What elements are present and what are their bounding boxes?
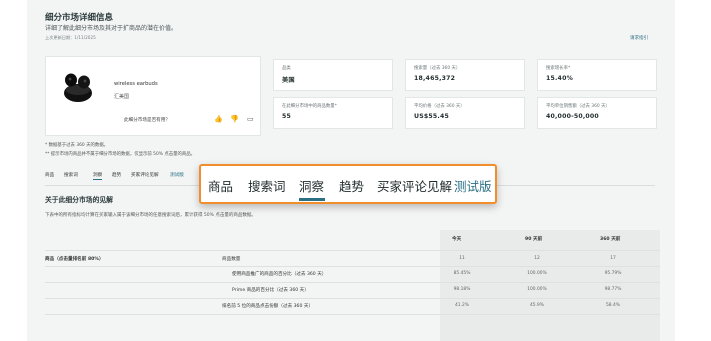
stat-label: 搜索增长率* — [546, 66, 571, 71]
stat-card-average-price: 平均价格（过去 360 天） US$55.45 — [405, 97, 525, 129]
tab-search-terms[interactable]: 搜索词 — [64, 172, 78, 178]
beta-badge: 测试版 — [170, 173, 184, 178]
table-cell: 98.18% — [453, 287, 471, 292]
useful-question: 此细分市场是否有用？ — [124, 118, 170, 123]
table-row-label: 商品数量 — [222, 257, 241, 262]
stat-card-category: 品类 美国 — [273, 59, 393, 91]
stat-label: 在此细分市场中的商品数量* — [282, 104, 337, 109]
product-card: wireless earbuds 汇美国 此细分市场是否有用？ 👍 👎 ▭ — [45, 56, 261, 136]
tab-insights-zoomed[interactable]: 洞察 — [299, 176, 324, 195]
footnote: * 数据基于过去 360 天的数据。 — [45, 143, 109, 148]
stat-card-unit-sales: 平均单位销售额（过去 360 天） 40,000-50,000 — [537, 97, 657, 129]
stat-label: 平均单位销售额（过去 360 天） — [546, 104, 610, 109]
table-cell: 95.79% — [604, 271, 622, 276]
column-header-today: 今天 — [452, 237, 462, 242]
stat-value: US$55.45 — [414, 113, 449, 120]
column-header-90-days: 90 天前 — [525, 237, 543, 242]
table-cell: 11 — [459, 256, 465, 261]
table-cell: 100.00% — [527, 287, 547, 292]
stat-value: 15.40% — [546, 75, 573, 82]
tab-trends[interactable]: 趋势 — [112, 172, 121, 178]
stat-card-product-count: 在此细分市场中的商品数量* 55 — [273, 97, 393, 129]
table-divider — [45, 314, 660, 315]
last-updated: 上次更新日期：1/11/2025 — [45, 35, 96, 40]
footnote: ** 提示市场内商品并不属于细分市场的数据，仅显示前 50% 点击量的商品。 — [45, 152, 196, 157]
table-cell: 85.45% — [453, 271, 471, 276]
stat-card-search-growth: 搜索增长率* 15.40% — [537, 59, 657, 91]
stat-label: 搜索量（过去 360 天） — [414, 66, 461, 71]
page-subtitle: 详细了解此细分市场及其对于扩商品的潜在价值。 — [45, 25, 178, 32]
tab-trends-zoomed[interactable]: 趋势 — [339, 176, 364, 195]
beta-badge-zoomed: 测试版 — [454, 179, 492, 194]
table-cell: 41.2% — [455, 303, 469, 308]
stat-card-search-volume: 搜索量（过去 360 天） 18,465,372 — [405, 59, 525, 91]
stat-value: 40,000-50,000 — [546, 113, 599, 120]
table-row-label: 使用商品推广的商品的百分比（过去 360 天） — [232, 272, 327, 277]
stat-value: 美国 — [282, 77, 295, 84]
insights-title: 关于此细分市场的见解 — [45, 196, 113, 204]
tab-review-insights-zoomed[interactable]: 买家评论见解 — [377, 176, 452, 195]
table-cell: 17 — [610, 256, 616, 261]
insights-description: 下表中的所有指标均计算在买家输入属于该细分市场的任意搜索词后，累计获得 50% … — [45, 213, 256, 218]
table-divider — [45, 282, 660, 283]
table-divider — [45, 250, 660, 251]
table-cell: 45.9% — [530, 303, 544, 308]
table-cell: 12 — [534, 256, 540, 261]
active-tab-underline — [299, 198, 325, 201]
table-values-area — [440, 230, 660, 341]
page-title: 细分市场详细信息 — [45, 13, 114, 23]
table-row-label: 商品（点击量排名前 80%） — [45, 257, 104, 262]
product-name: wireless earbuds — [114, 81, 158, 87]
table-row-label: 排名前 5 位的商品点击份额（过去 360 天） — [222, 304, 314, 309]
thumbs-up-icon[interactable]: 👍 — [214, 115, 223, 123]
stat-label: 品类 — [282, 66, 291, 71]
stat-label: 平均价格（过去 360 天） — [414, 104, 465, 109]
tab-products[interactable]: 商品 — [45, 172, 54, 178]
comment-icon[interactable]: ▭ — [247, 115, 254, 123]
tab-insights[interactable]: 洞察 — [93, 172, 103, 180]
stat-value: 18,465,372 — [414, 75, 456, 82]
table-row-label: Prime 商品的百分比（过去 360 天） — [232, 288, 309, 293]
wireless-earbuds-image — [64, 73, 92, 102]
table-cell: 58.4% — [606, 303, 620, 308]
table-cell: 98.77% — [604, 287, 622, 292]
product-brand: 汇美国 — [114, 94, 130, 100]
table-divider — [45, 298, 660, 299]
table-cell: 100.00% — [527, 271, 547, 276]
page: 细分市场详细信息 详细了解此细分市场及其对于扩商品的潜在价值。 上次更新日期：1… — [0, 0, 711, 341]
tab-search-terms-zoomed[interactable]: 搜索词 — [248, 176, 286, 195]
feedback-link[interactable]: 请求指引 — [630, 35, 648, 41]
table-divider — [45, 266, 660, 267]
tab-review-insights[interactable]: 买家评论见解 — [131, 172, 159, 178]
zoomed-tab-callout: 商品 搜索词 洞察 趋势 买家评论见解 测试版 — [199, 164, 497, 204]
stat-value: 55 — [282, 113, 292, 120]
tab-products-zoomed[interactable]: 商品 — [208, 176, 233, 195]
column-header-360-days: 360 天前 — [600, 237, 621, 242]
thumbs-down-icon[interactable]: 👎 — [230, 115, 239, 123]
